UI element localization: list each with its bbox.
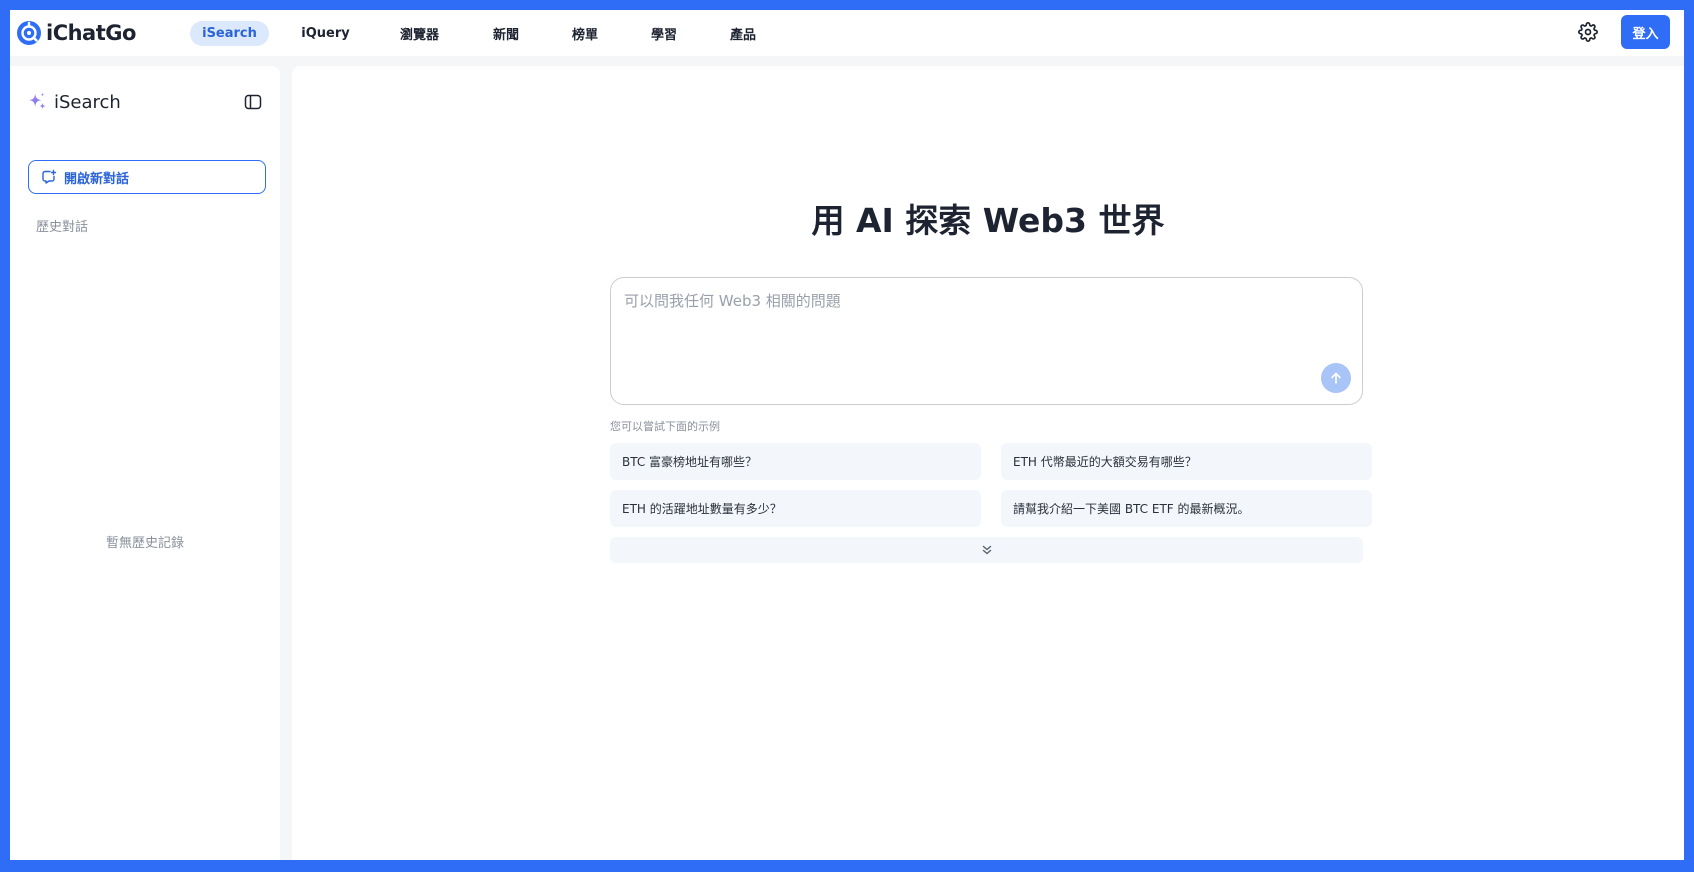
gear-icon[interactable]: [1578, 22, 1598, 42]
ichatgo-logo-icon: [17, 21, 41, 45]
app-window: iChatGo iSearch iQuery 瀏覽器 新聞 榜單 學習 產品 登…: [10, 10, 1684, 860]
sidebar-header: iSearch: [26, 88, 262, 116]
example-prompt[interactable]: 請幫我介紹一下美國 BTC ETF 的最新概況。: [1001, 490, 1372, 527]
nav-item-iquery[interactable]: iQuery: [288, 21, 363, 46]
sidebar: iSearch 開啟新對話 歷史對話 暫無歷史記錄: [10, 66, 280, 860]
more-examples-button[interactable]: [610, 537, 1363, 563]
search-box: [610, 277, 1363, 405]
example-prompt[interactable]: ETH 的活躍地址數量有多少？: [610, 490, 981, 527]
brand[interactable]: iChatGo: [16, 20, 186, 46]
chevrons-down-icon: [982, 545, 991, 555]
nav-item-isearch[interactable]: iSearch: [190, 20, 269, 46]
history-empty-state: 暫無歷史記錄: [105, 536, 184, 551]
sidebar-title: iSearch: [54, 91, 121, 113]
brand-name: iChatGo: [46, 21, 136, 45]
new-chat-button[interactable]: 開啟新對話: [28, 160, 266, 194]
sidebar-toggle-icon[interactable]: [244, 93, 262, 111]
sparkle-icon: [28, 92, 46, 110]
nav-item-products[interactable]: 產品: [713, 19, 773, 48]
chat-plus-icon: [42, 169, 57, 184]
example-prompt[interactable]: BTC 富豪榜地址有哪些？: [610, 443, 981, 480]
nav-item-rankings[interactable]: 榜單: [555, 19, 615, 48]
nav-item-news[interactable]: 新聞: [476, 19, 536, 48]
top-nav-bar: iChatGo iSearch iQuery 瀏覽器 新聞 榜單 學習 產品 登…: [10, 10, 1684, 56]
nav-item-browser[interactable]: 瀏覽器: [382, 19, 457, 48]
example-prompt[interactable]: ETH 代幣最近的大額交易有哪些？: [1001, 443, 1372, 480]
search-input[interactable]: [622, 288, 1346, 362]
page-title: 用 AI 探索 Web3 世界: [811, 201, 1165, 240]
send-button[interactable]: [1321, 363, 1351, 393]
topbar-actions: 登入: [1578, 15, 1670, 49]
new-chat-label: 開啟新對話: [64, 171, 130, 187]
examples-hint: 您可以嘗試下面的示例: [610, 420, 720, 433]
main-panel: 用 AI 探索 Web3 世界 您可以嘗試下面的示例 BTC 富豪榜地址有哪些？…: [292, 66, 1684, 860]
main-nav: iSearch iQuery 瀏覽器 新聞 榜單 學習 產品: [190, 19, 792, 48]
arrow-up-icon: [1331, 372, 1341, 384]
history-section-title: 歷史對話: [36, 220, 89, 235]
login-button[interactable]: 登入: [1621, 15, 1670, 49]
nav-item-learn[interactable]: 學習: [634, 19, 694, 48]
